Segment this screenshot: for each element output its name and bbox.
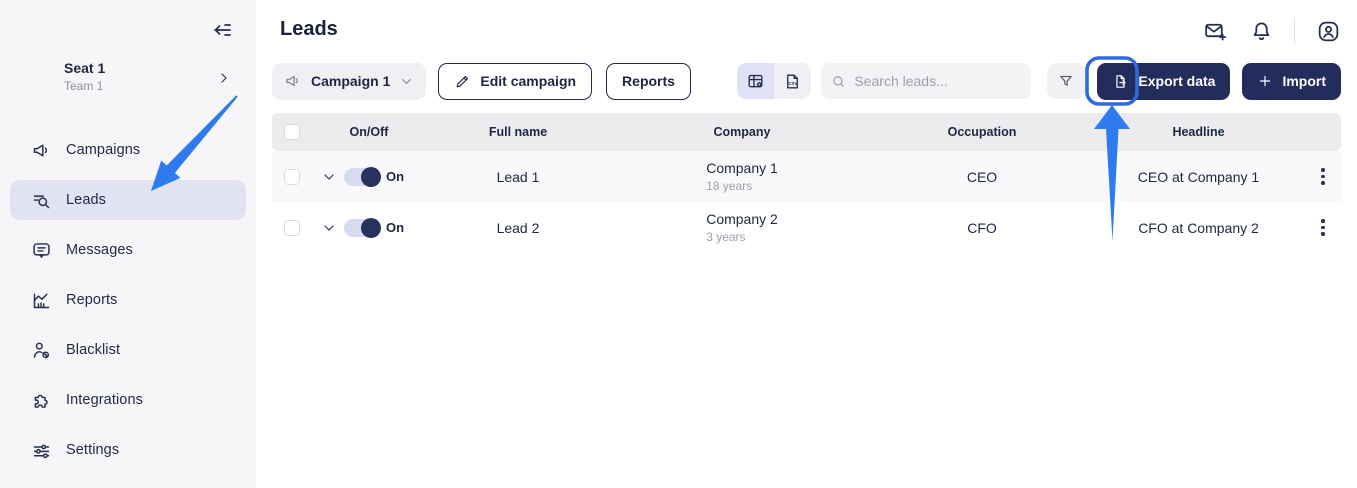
mail-plus-icon[interactable] — [1202, 18, 1228, 44]
toggle-knob — [361, 167, 381, 187]
export-data-label: Export data — [1138, 73, 1215, 89]
lead-occupation: CEO — [872, 169, 1092, 185]
sidebar-item-label: Reports — [66, 292, 117, 308]
megaphone-icon — [30, 139, 52, 161]
sidebar: Seat 1 Team 1 Campaigns Leads — [0, 0, 256, 488]
lead-company: Company 2 — [706, 211, 778, 227]
sidebar-item-campaigns[interactable]: Campaigns — [10, 130, 246, 170]
reports-label: Reports — [622, 73, 675, 89]
campaign-selector[interactable]: Campaign 1 — [272, 63, 426, 100]
chat-bubble-icon — [30, 239, 52, 261]
pencil-icon — [454, 73, 471, 90]
collapse-sidebar-icon[interactable] — [208, 16, 236, 44]
sidebar-item-label: Messages — [66, 242, 133, 258]
table-row: On Lead 2 Company 2 3 years CFO CFO at C… — [272, 202, 1341, 253]
column-header-fullname: Full name — [424, 125, 612, 139]
page-title: Leads — [280, 18, 338, 41]
megaphone-icon — [284, 72, 302, 90]
csv-view-button[interactable]: CSV — [774, 63, 811, 99]
lead-headline: CEO at Company 1 — [1092, 169, 1305, 185]
import-label: Import — [1282, 73, 1326, 89]
lead-search-icon — [30, 189, 52, 211]
blocked-user-icon — [30, 339, 52, 361]
table-row: On Lead 1 Company 1 18 years CEO CEO at … — [272, 151, 1341, 202]
onoff-toggle[interactable] — [344, 219, 378, 237]
bell-icon[interactable] — [1248, 18, 1274, 44]
chevron-right-icon — [216, 70, 232, 86]
export-data-button[interactable]: Export data — [1097, 63, 1230, 100]
main-content: Leads Campaign 1 — [256, 0, 1357, 488]
search-box — [821, 63, 1031, 99]
lead-headline: CFO at Company 2 — [1092, 220, 1305, 236]
sidebar-nav: Campaigns Leads Messages — [0, 130, 256, 480]
search-input[interactable] — [854, 73, 1021, 89]
sidebar-item-label: Leads — [66, 192, 106, 208]
reports-button[interactable]: Reports — [606, 63, 691, 100]
edit-campaign-label: Edit campaign — [480, 73, 576, 89]
expand-row-chevron-icon[interactable] — [314, 220, 344, 236]
table-header-row: On/Off Full name Company Occupation Head… — [272, 113, 1341, 151]
lead-fullname: Lead 2 — [424, 220, 612, 236]
table-columns-gear-icon — [746, 72, 765, 91]
lead-fullname: Lead 1 — [424, 169, 612, 185]
sidebar-item-label: Settings — [66, 442, 119, 458]
column-header-company: Company — [612, 125, 872, 139]
plus-icon — [1257, 73, 1273, 89]
expand-row-chevron-icon[interactable] — [314, 169, 344, 185]
sidebar-item-label: Integrations — [66, 392, 143, 408]
campaign-selector-label: Campaign 1 — [311, 73, 390, 89]
lead-company-tenure: 3 years — [706, 230, 778, 244]
puzzle-icon — [30, 389, 52, 411]
funnel-icon — [1057, 72, 1075, 90]
csv-file-icon: CSV — [783, 72, 802, 91]
lead-company-tenure: 18 years — [706, 179, 778, 193]
column-header-headline: Headline — [1092, 125, 1305, 139]
sidebar-item-integrations[interactable]: Integrations — [10, 380, 246, 420]
column-header-onoff: On/Off — [314, 125, 424, 139]
sidebar-item-blacklist[interactable]: Blacklist — [10, 330, 246, 370]
sliders-icon — [30, 439, 52, 461]
onoff-toggle[interactable] — [344, 168, 378, 186]
row-checkbox[interactable] — [284, 220, 300, 236]
search-icon — [831, 73, 846, 90]
row-menu-kebab-icon[interactable] — [1305, 168, 1341, 185]
filter-button[interactable] — [1047, 63, 1085, 99]
chart-icon — [30, 289, 52, 311]
header-divider — [1294, 18, 1295, 44]
toggle-label: On — [386, 220, 404, 235]
svg-text:CSV: CSV — [789, 81, 798, 86]
sidebar-item-settings[interactable]: Settings — [10, 430, 246, 470]
table-view-button[interactable] — [737, 63, 774, 99]
toolbar: Campaign 1 Edit campaign Reports — [272, 62, 1341, 100]
column-header-occupation: Occupation — [872, 125, 1092, 139]
sidebar-item-messages[interactable]: Messages — [10, 230, 246, 270]
header-icons — [1202, 18, 1341, 44]
chevron-down-icon — [399, 74, 414, 89]
export-file-icon — [1112, 73, 1129, 90]
lead-occupation: CFO — [872, 220, 1092, 236]
toggle-knob — [361, 218, 381, 238]
seat-selector[interactable]: Seat 1 Team 1 — [0, 60, 256, 93]
row-menu-kebab-icon[interactable] — [1305, 219, 1341, 236]
sidebar-item-leads[interactable]: Leads — [10, 180, 246, 220]
sidebar-item-label: Campaigns — [66, 142, 140, 158]
user-avatar-icon[interactable] — [1315, 18, 1341, 44]
row-checkbox[interactable] — [284, 169, 300, 185]
select-all-checkbox[interactable] — [284, 124, 300, 140]
leads-table: On/Off Full name Company Occupation Head… — [272, 113, 1341, 253]
sidebar-item-label: Blacklist — [66, 342, 120, 358]
toggle-label: On — [386, 169, 404, 184]
sidebar-item-reports[interactable]: Reports — [10, 280, 246, 320]
view-toggle: CSV — [737, 63, 811, 99]
edit-campaign-button[interactable]: Edit campaign — [438, 63, 592, 100]
import-button[interactable]: Import — [1242, 63, 1341, 100]
lead-company: Company 1 — [706, 160, 778, 176]
